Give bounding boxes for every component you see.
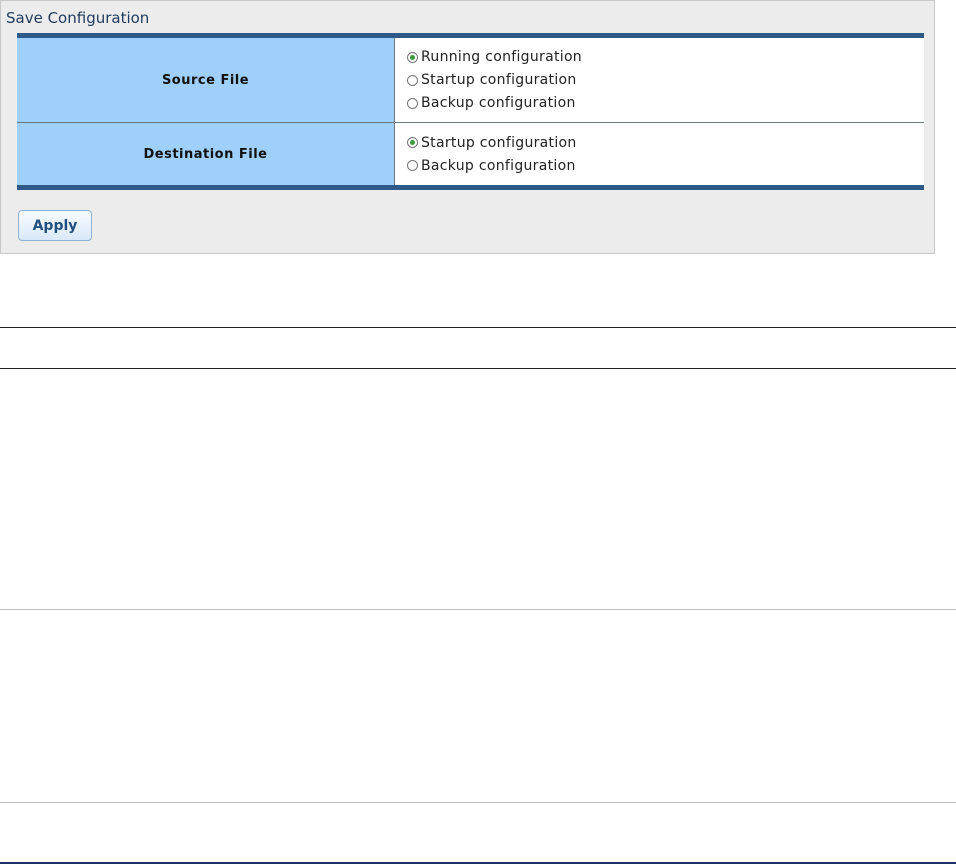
- option-label: Backup configuration: [421, 157, 576, 174]
- option-label: Running configuration: [421, 49, 582, 65]
- destination-option-startup[interactable]: Startup configuration: [407, 131, 924, 154]
- radio-selected-icon[interactable]: [407, 51, 418, 63]
- radio-unselected-icon[interactable]: [407, 97, 418, 109]
- source-file-label: Source File: [17, 38, 395, 122]
- radio-unselected-icon[interactable]: [407, 74, 418, 86]
- apply-button[interactable]: Apply: [18, 210, 92, 241]
- divider-line: [0, 802, 956, 803]
- configuration-table: Source File Running configuration Startu…: [17, 33, 924, 190]
- source-file-row: Source File Running configuration Startu…: [17, 38, 924, 123]
- divider-line: [0, 368, 956, 369]
- destination-file-label: Destination File: [17, 123, 395, 185]
- divider-line: [0, 609, 956, 610]
- source-option-backup[interactable]: Backup configuration: [407, 92, 924, 115]
- save-configuration-panel: Save Configuration Source File Running c…: [0, 0, 935, 254]
- source-option-running[interactable]: Running configuration: [407, 46, 924, 69]
- source-option-startup[interactable]: Startup configuration: [407, 69, 924, 92]
- radio-selected-icon[interactable]: [407, 137, 418, 148]
- panel-title: Save Configuration: [6, 9, 150, 27]
- option-label: Startup configuration: [421, 72, 577, 88]
- source-file-options: Running configuration Startup configurat…: [395, 38, 924, 122]
- divider-line: [0, 327, 956, 328]
- destination-option-backup[interactable]: Backup configuration: [407, 154, 924, 177]
- destination-file-options: Startup configuration Backup configurati…: [395, 123, 924, 185]
- destination-file-row: Destination File Startup configuration B…: [17, 123, 924, 185]
- radio-unselected-icon[interactable]: [407, 160, 418, 171]
- footer-rule: [0, 862, 956, 864]
- option-label: Backup configuration: [421, 95, 576, 111]
- option-label: Startup configuration: [421, 134, 577, 151]
